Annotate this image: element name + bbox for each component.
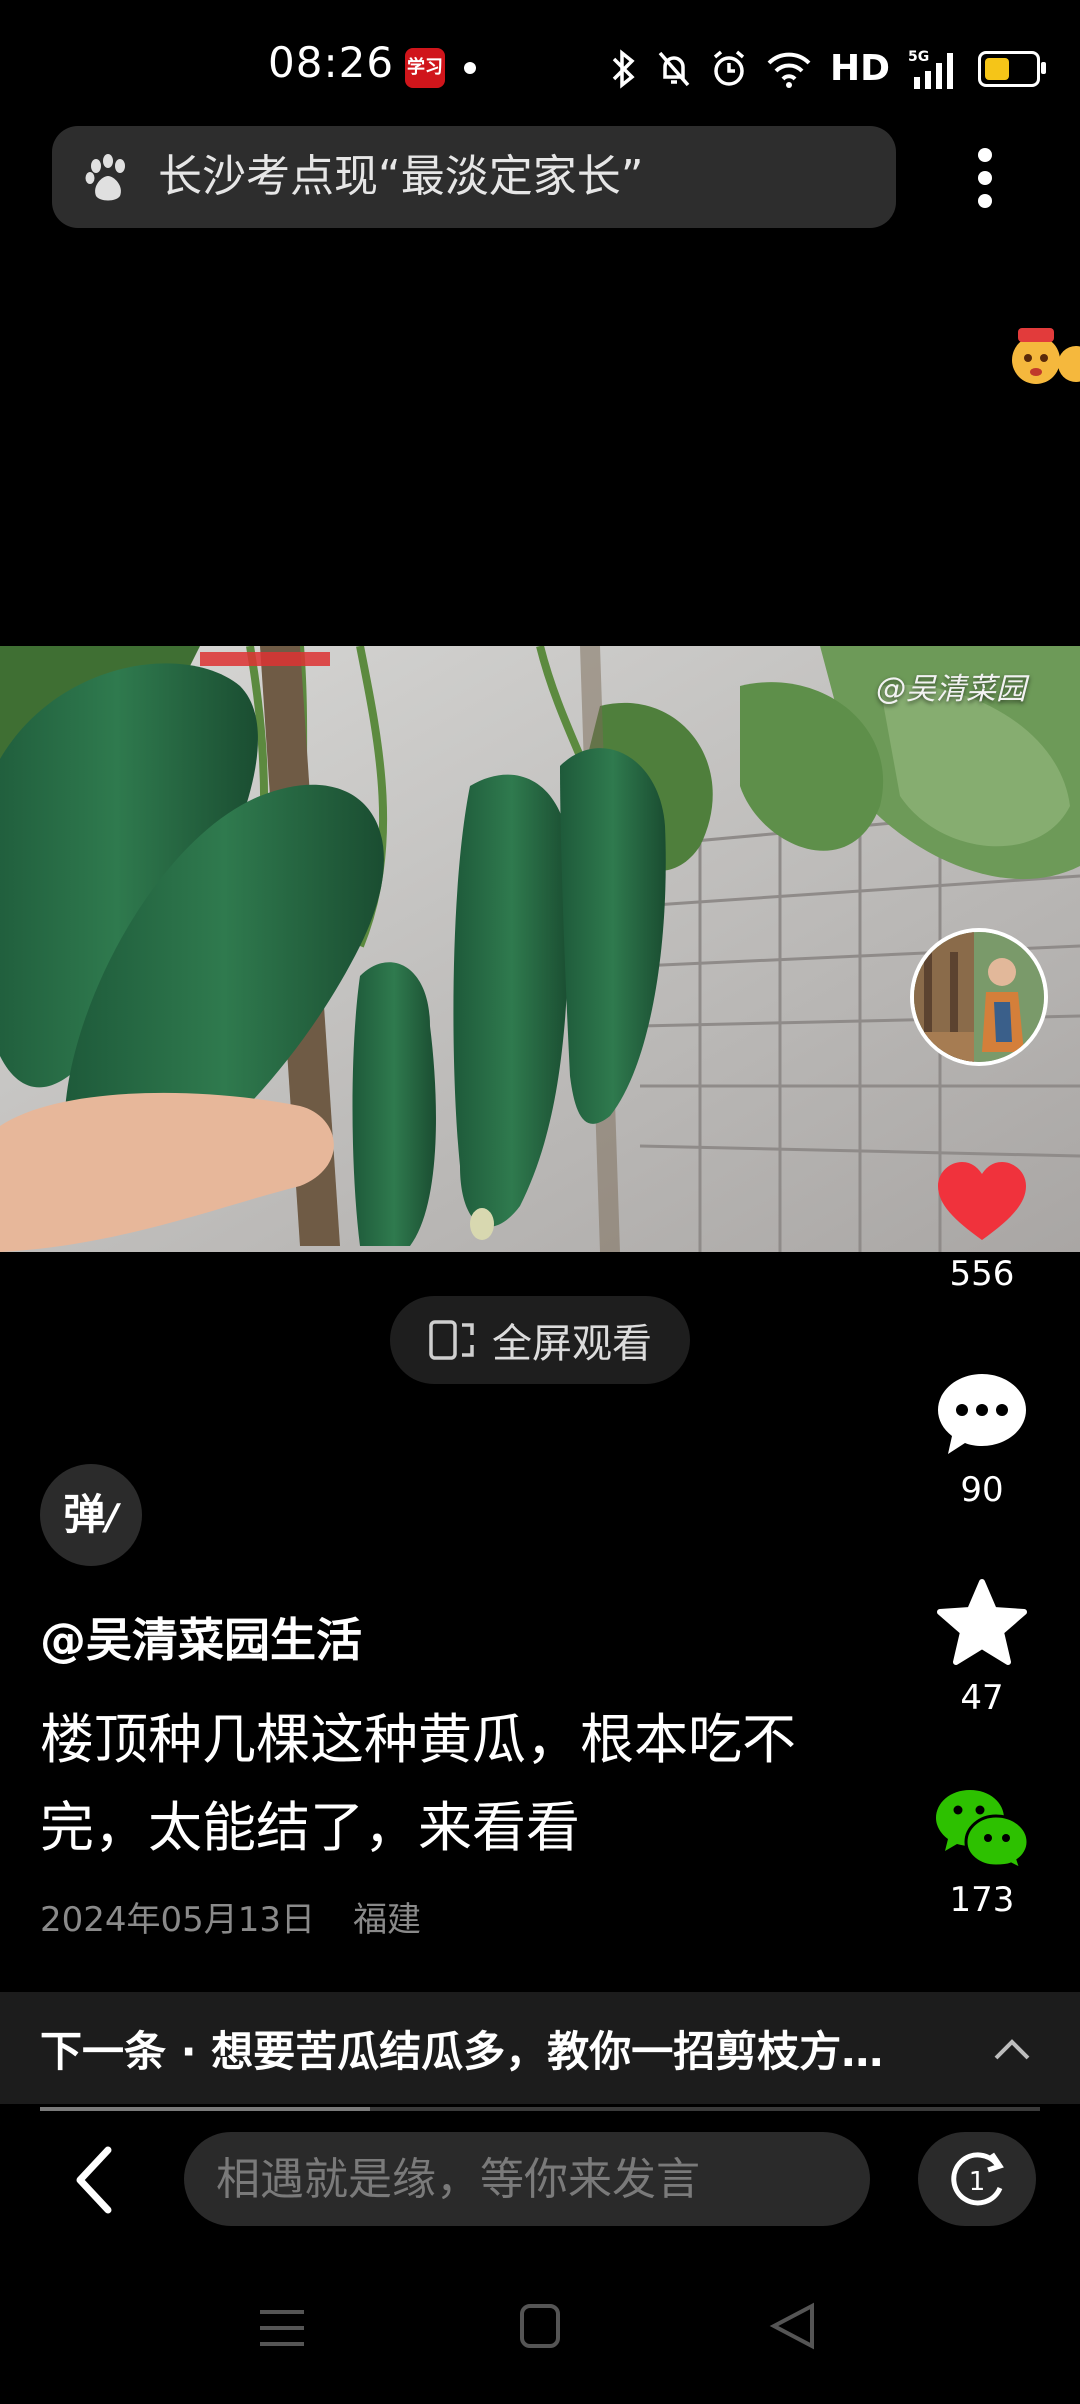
heart-icon [938,1162,1026,1240]
baidu-paw-icon [85,154,125,201]
wifi-icon [767,52,811,88]
wechat-icon [936,1790,1030,1872]
emoji-decoration-icon [1012,328,1080,384]
app-notification-badge: 学习 [405,48,445,88]
danmaku-toggle-button[interactable]: 弹/ [40,1464,142,1566]
danmaku-label: 弹 [63,1490,106,1539]
share-count: 173 [949,1880,1015,1920]
bluetooth-icon [612,49,635,89]
refresh-one-icon: 1 [951,2152,1004,2206]
fullscreen-button[interactable]: 全屏观看 [390,1296,690,1384]
avatar-image [914,932,1044,1062]
danmaku-slash-icon: / [105,1497,119,1538]
post-date: 2024年05月13日 [40,1900,316,1940]
status-bar: 08:26 学习 HD 5G [0,0,1080,120]
video-watermark: @吴清菜园 [876,672,1026,707]
svg-text:5G: 5G [908,49,929,65]
favorite-count: 47 [960,1678,1004,1718]
post-meta: 2024年05月13日 福建 [40,1892,421,1941]
comment-action[interactable]: 90 [920,1370,1044,1510]
alarm-icon [713,50,745,86]
comment-input[interactable] [184,2132,870,2226]
mute-bell-icon [658,51,690,87]
chevron-up-icon[interactable] [990,2028,1034,2072]
nav-home-icon[interactable] [520,2304,560,2348]
fullscreen-label: 全屏观看 [492,1321,652,1367]
next-video-title: 下一条 · 想要苦瓜结瓜多，教你一招剪枝方… [40,2027,884,2076]
nav-menu-icon[interactable] [260,2310,304,2346]
comment-count: 90 [960,1470,1004,1510]
like-count: 556 [949,1254,1015,1294]
post-location: 福建 [353,1900,422,1940]
wechat-share-action[interactable]: 173 [920,1786,1044,1920]
star-icon [937,1579,1027,1665]
cellular-signal-icon: 5G [908,49,953,89]
next-video-progress-fill [40,2107,370,2111]
next-video-bar[interactable]: 下一条 · 想要苦瓜结瓜多，教你一招剪枝方… [0,1992,1080,2104]
video-player[interactable] [0,646,1080,1252]
battery-icon [978,51,1046,87]
video-cucumber-scene [0,646,1080,1252]
status-time: 08:26 [268,38,395,87]
status-icons: HD 5G [608,44,1046,94]
back-arrow-icon[interactable] [60,2140,130,2220]
search-bar[interactable]: 长沙考点现“最淡定家长” [52,126,896,228]
svg-text:1: 1 [969,2167,986,2197]
more-options-button[interactable] [960,140,1010,216]
system-nav-bar [0,2260,1080,2400]
refresh-counter-button[interactable]: 1 [918,2132,1036,2226]
author-avatar[interactable] [910,928,1048,1066]
next-video-progress [40,2107,1040,2111]
battery-level [985,58,1009,80]
video-title: 楼顶种几棵这种黄瓜，根本吃不完，太能结了，来看看 [40,1708,796,1859]
notification-dot-icon [464,62,476,74]
nav-back-icon[interactable] [769,2302,814,2350]
search-query: 长沙考点现“最淡定家长” [158,151,644,202]
fullscreen-icon [429,1320,474,1360]
favorite-action[interactable]: 47 [920,1578,1044,1718]
author-name[interactable]: @吴清菜园生活 [40,1604,362,1670]
like-action[interactable]: 556 [920,1160,1044,1294]
comment-bubble-icon [938,1374,1026,1454]
network-hd-label: HD [829,48,890,89]
